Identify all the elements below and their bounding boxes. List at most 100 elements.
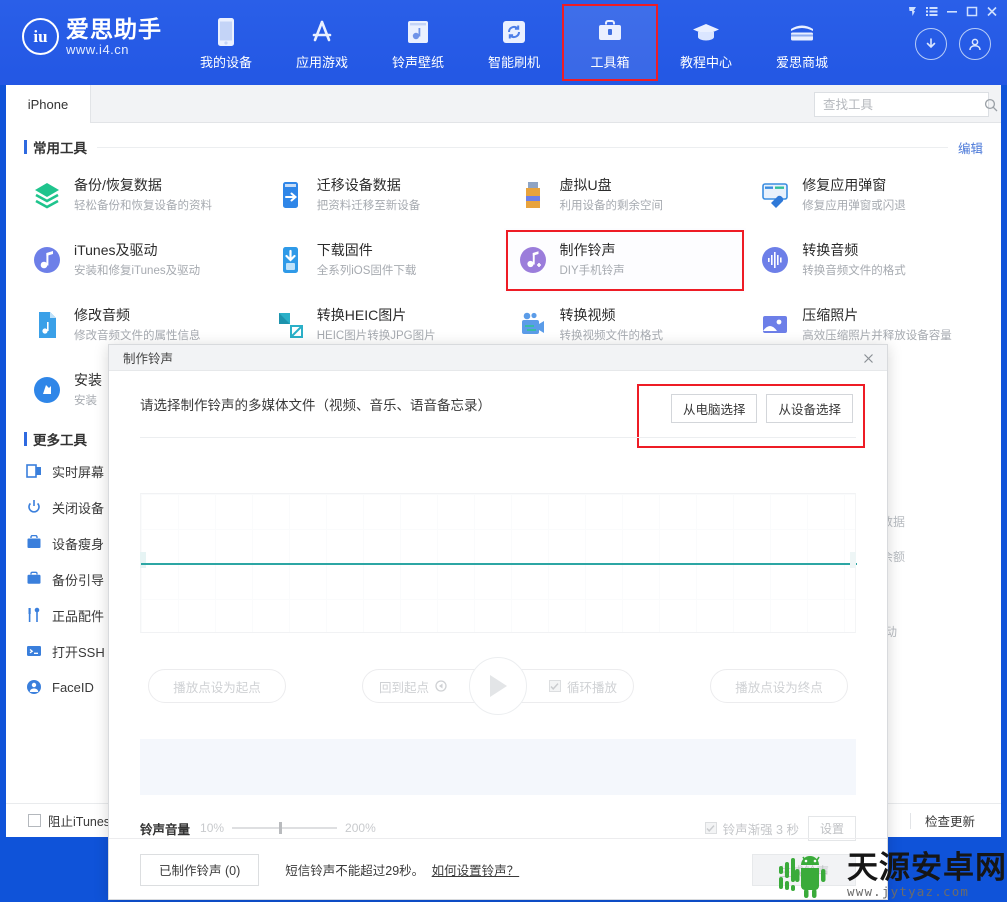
loop-play-label: 循环播放 — [566, 680, 617, 695]
more-tool-label: 实时屏幕 — [52, 464, 105, 480]
app-window: iu 爱思助手 www.i4.cn 我的设备 应用游戏 铃声壁纸 智能刷机 工具… — [0, 0, 1007, 902]
volume-slider[interactable] — [232, 821, 338, 835]
nav-item-store[interactable]: 爱思商城 — [754, 4, 850, 81]
edit-link[interactable]: 编辑 — [958, 138, 983, 157]
choose-buttons: 从电脑选择 从设备选择 — [659, 384, 865, 433]
section-accent-bar — [24, 140, 27, 154]
install-icon — [30, 373, 64, 407]
made-ringtones-button[interactable]: 已制作铃声 (0) — [140, 853, 260, 886]
checkbox-box — [704, 822, 717, 834]
tool-subtitle: 转换视频文件的格式 — [559, 330, 664, 342]
download-icon[interactable] — [915, 28, 947, 60]
nav-item-tutorial-center[interactable]: 教程中心 — [658, 4, 754, 81]
waveform-editor[interactable] — [140, 493, 857, 633]
graduation-cap-icon — [691, 15, 721, 49]
tool-subtitle: DIY手机铃声 — [559, 265, 625, 277]
terminal-icon — [24, 641, 44, 661]
section-accent-bar — [24, 432, 27, 446]
choose-prompt: 请选择制作铃声的多媒体文件（视频、音乐、语音备忘录） — [140, 398, 491, 413]
tool-download-firmware[interactable]: 下载固件 全系列iOS固件下载 — [261, 228, 504, 293]
choose-from-device-button[interactable]: 从设备选择 — [766, 394, 853, 423]
nav-item-toolbox[interactable]: 工具箱 — [562, 4, 658, 81]
settings-button[interactable]: 设置 — [807, 815, 856, 841]
close-icon[interactable] — [983, 3, 1001, 19]
heic-convert-icon — [273, 308, 307, 342]
search-box[interactable] — [814, 92, 998, 117]
power-icon — [24, 497, 44, 517]
maximize-icon[interactable] — [963, 3, 981, 19]
nav-item-smart-flash[interactable]: 智能刷机 — [466, 4, 562, 81]
tool-fix-app-popup[interactable]: 修复应用弹窗 修复应用弹窗或闪退 — [746, 163, 989, 228]
nav-label: 应用游戏 — [295, 55, 348, 70]
nav-label: 工具箱 — [590, 55, 630, 70]
tool-migrate-data[interactable]: 迁移设备数据 把资料迁移至新设备 — [261, 163, 504, 228]
nav-label: 铃声壁纸 — [391, 55, 444, 70]
back-to-start-label: 回到起点 — [379, 680, 430, 695]
play-icon — [490, 675, 507, 697]
usb-drive-icon — [516, 178, 550, 212]
dialog-title-bar: 制作铃声 — [109, 345, 887, 371]
waveform-start-handle[interactable] — [140, 552, 146, 568]
tab-iphone[interactable]: iPhone — [6, 85, 91, 123]
slider-thumb[interactable] — [279, 822, 283, 834]
tool-subtitle: 把资料迁移至新设备 — [316, 200, 421, 212]
layers-icon — [30, 178, 64, 212]
tool-subtitle: 高效压缩照片并释放设备容量 — [802, 330, 952, 342]
tool-title: 迁移设备数据 — [316, 177, 401, 193]
more-tool-label: 备份引导 — [52, 572, 105, 588]
tool-subtitle: 修复应用弹窗或闪退 — [802, 200, 906, 212]
faceid-icon — [24, 677, 44, 697]
loop-play-checkbox[interactable]: 循环播放 — [548, 677, 617, 696]
header-actions — [915, 28, 991, 60]
fade-in-label: 铃声渐强 3 秒 — [722, 822, 799, 837]
waveform-center-line — [141, 563, 857, 565]
set-start-point-button[interactable]: 播放点设为起点 — [148, 669, 286, 703]
minimize-icon[interactable] — [943, 3, 961, 19]
user-account-icon[interactable] — [959, 28, 991, 60]
store-icon — [787, 15, 817, 49]
audio-wave-icon — [758, 243, 792, 277]
tool-convert-audio[interactable]: 转换音频 转换音频文件的格式 — [746, 228, 989, 293]
volume-min-label: 10% — [200, 821, 225, 835]
menu-icon[interactable] — [923, 3, 941, 19]
screen-mirror-icon — [24, 461, 44, 481]
volume-label: 铃声音量 — [140, 822, 191, 837]
block-itunes-checkbox[interactable]: 阻止iTunes — [28, 811, 110, 830]
logo-mark: iu — [22, 18, 59, 55]
tool-title: iTunes及驱动 — [74, 242, 158, 258]
accessory-icon — [24, 605, 44, 625]
nav-item-ringtones-wallpapers[interactable]: 铃声壁纸 — [370, 4, 466, 81]
tool-title: 转换音频 — [802, 242, 859, 258]
search-input[interactable] — [815, 93, 984, 116]
tool-title: 虚拟U盘 — [559, 177, 612, 193]
video-convert-icon — [516, 308, 550, 342]
tool-itunes-driver[interactable]: iTunes及驱动 安装和修复iTunes及驱动 — [18, 228, 261, 293]
section-title: 常用工具 — [33, 141, 87, 156]
waveform-end-handle[interactable] — [850, 552, 856, 568]
generate-ringtone-button[interactable]: 生成铃声 — [752, 854, 856, 886]
tool-subtitle: 利用设备的剩余空间 — [559, 200, 664, 212]
play-button[interactable] — [469, 657, 527, 715]
tool-backup-restore[interactable]: 备份/恢复数据 轻松备份和恢复设备的资料 — [18, 163, 261, 228]
back-to-start-button[interactable]: 回到起点 — [379, 677, 447, 696]
set-end-point-button[interactable]: 播放点设为终点 — [710, 669, 848, 703]
fade-in-checkbox[interactable]: 铃声渐强 3 秒 — [704, 819, 799, 838]
pin-icon[interactable] — [903, 3, 921, 19]
tool-virtual-usb[interactable]: 虚拟U盘 利用设备的剩余空间 — [504, 163, 747, 228]
more-tool-label: 关闭设备 — [52, 500, 105, 516]
dialog-divider — [140, 437, 856, 438]
how-to-set-ringtone-link[interactable]: 如何设置铃声？ — [432, 864, 520, 878]
main-nav: 我的设备 应用游戏 铃声壁纸 智能刷机 工具箱 教程中心 爱思商城 — [178, 4, 850, 81]
status-divider — [909, 812, 911, 829]
dialog-title: 制作铃声 — [123, 352, 174, 366]
tool-make-ringtone[interactable]: 制作铃声 DIY手机铃声 — [503, 228, 747, 293]
slider-track — [232, 827, 338, 829]
nav-label: 教程中心 — [679, 55, 732, 70]
nav-item-my-device[interactable]: 我的设备 — [178, 4, 274, 81]
check-update-button[interactable]: 检查更新 — [925, 811, 975, 830]
choose-from-computer-button[interactable]: 从电脑选择 — [670, 394, 758, 423]
nav-item-apps-games[interactable]: 应用游戏 — [274, 4, 370, 81]
close-icon[interactable] — [859, 349, 877, 367]
section-title: 更多工具 — [33, 433, 87, 448]
footer-note: 短信铃声不能超过29秒。 如何设置铃声？ — [285, 860, 519, 879]
